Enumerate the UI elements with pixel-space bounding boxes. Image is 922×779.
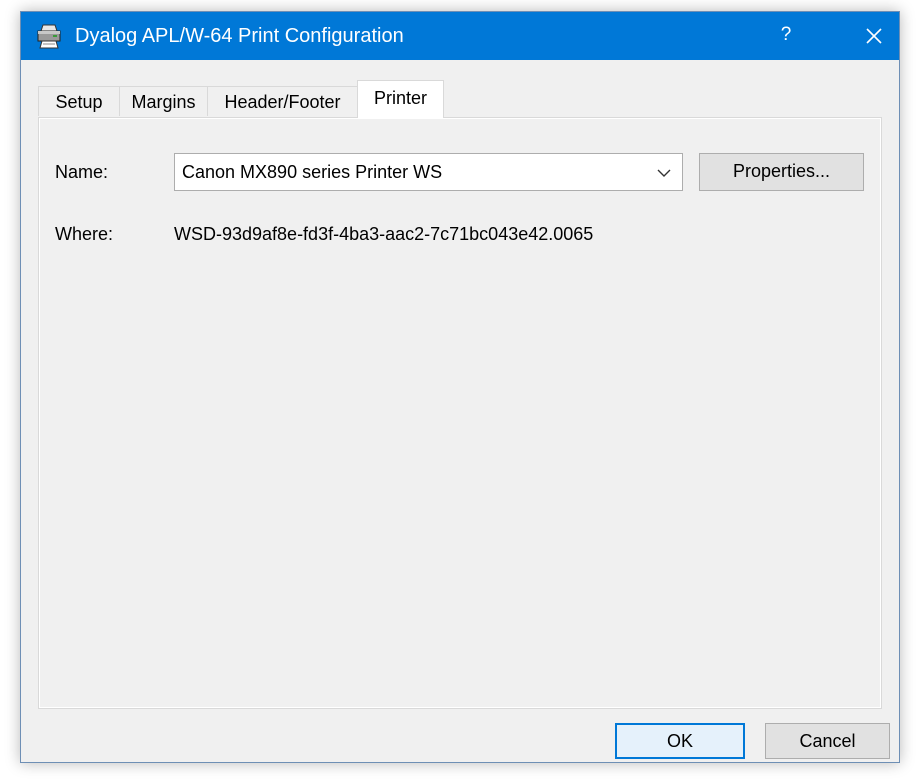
chevron-down-icon bbox=[656, 166, 672, 178]
tab-header-footer[interactable]: Header/Footer bbox=[207, 86, 358, 116]
tab-printer[interactable]: Printer bbox=[357, 80, 444, 118]
printer-name-value: Canon MX890 series Printer WS bbox=[182, 162, 443, 182]
help-button[interactable]: ? bbox=[761, 12, 811, 60]
window-title: Dyalog APL/W-64 Print Configuration bbox=[75, 25, 404, 47]
name-label: Name: bbox=[55, 162, 109, 182]
printer-name-select[interactable]: Canon MX890 series Printer WS bbox=[174, 153, 683, 191]
where-label: Where: bbox=[55, 224, 114, 244]
title-bar[interactable]: Dyalog APL/W-64 Print Configuration ? bbox=[21, 12, 899, 60]
printer-icon bbox=[35, 22, 63, 50]
ok-button[interactable]: OK bbox=[615, 723, 745, 759]
tab-setup[interactable]: Setup bbox=[38, 86, 120, 116]
print-configuration-dialog: Dyalog APL/W-64 Print Configuration ? Se… bbox=[20, 11, 900, 763]
close-icon bbox=[866, 28, 882, 44]
tab-margins[interactable]: Margins bbox=[119, 86, 208, 116]
properties-button[interactable]: Properties... bbox=[699, 153, 864, 191]
printer-tab-panel: Name: Canon MX890 series Printer WS Prop… bbox=[38, 117, 882, 709]
cancel-button[interactable]: Cancel bbox=[765, 723, 890, 759]
where-value: WSD-93d9af8e-fd3f-4ba3-aac2-7c71bc043e42… bbox=[174, 224, 594, 244]
close-button[interactable] bbox=[849, 12, 899, 60]
